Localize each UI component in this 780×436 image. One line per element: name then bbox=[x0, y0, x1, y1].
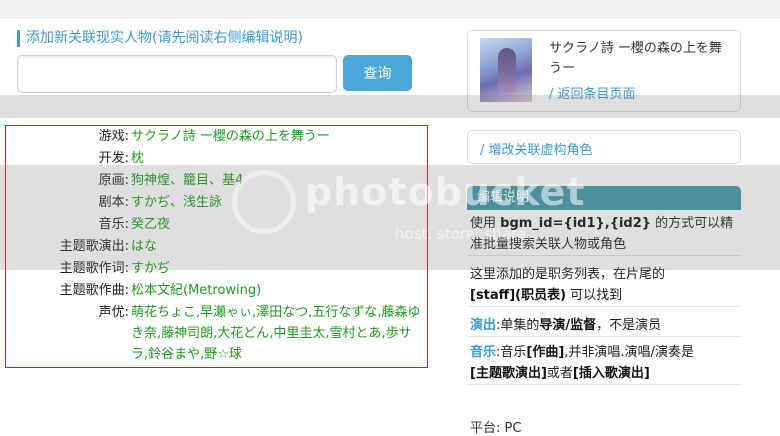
help-text: 这里添加的是职务列表，在片尾的 bbox=[470, 267, 666, 282]
help-item-music: 音乐:音乐[作曲],并非演唱.演唱/演奏是 [主题歌演出]或者[插入歌演出] bbox=[467, 342, 741, 385]
help-text: 或者 bbox=[546, 366, 573, 381]
staff-label: 剧本: bbox=[98, 195, 129, 210]
staff-value-developer[interactable]: 枕 bbox=[131, 148, 423, 169]
staff-value-game[interactable]: サクラノ詩 ー櫻の森の上を舞うー bbox=[131, 126, 423, 147]
add-person-title: 添加新关联现实人物(请先阅读右侧编辑说明) bbox=[17, 30, 303, 47]
help-bold: [插入歌演出] bbox=[572, 366, 650, 381]
help-bold: 导演/监督 bbox=[539, 318, 597, 333]
staff-label: 声优: bbox=[98, 305, 129, 320]
help-text: :单集的 bbox=[496, 318, 540, 333]
help-text: ，不是演员 bbox=[596, 318, 662, 333]
back-to-subject-link[interactable]: / 返回条目页面 bbox=[549, 83, 636, 102]
help-key: 音乐 bbox=[470, 345, 497, 360]
help-item-staff: 这里添加的是职务列表，在片尾的 [staff](职员表) 可以找到 bbox=[467, 264, 741, 307]
staff-label: 主题歌作词: bbox=[59, 261, 129, 276]
help-code: bgm_id={id1},{id2} bbox=[500, 216, 652, 231]
staff-label: 游戏: bbox=[98, 129, 129, 144]
staff-label: 主题歌作曲: bbox=[59, 283, 129, 298]
staff-label: 原画: bbox=[98, 173, 129, 188]
subject-cover-image[interactable] bbox=[480, 38, 532, 102]
staff-label: 音乐: bbox=[98, 217, 129, 232]
search-input[interactable] bbox=[17, 55, 337, 93]
search-button[interactable]: 查询 bbox=[343, 55, 412, 91]
top-bar bbox=[0, 0, 780, 18]
staff-value-artist[interactable]: 狗神煌、籠目、基4 bbox=[131, 170, 423, 191]
staff-info-box: 游戏: サクラノ詩 ー櫻の森の上を舞うー 开发: 枕 原画: 狗神煌、籠目、基4… bbox=[5, 125, 428, 368]
help-text: ,并非演唱.演唱/演奏是 bbox=[564, 345, 694, 360]
help-item-bgm-id: 使用 bgm_id={id1},{id2} 的方式可以精准批量搜索关联人物或角色 bbox=[467, 213, 741, 256]
help-text: 使用 bbox=[470, 216, 501, 231]
edit-characters-link[interactable]: / 增改关联虚构角色 bbox=[480, 139, 593, 158]
platform-info: 平台: PC bbox=[470, 421, 522, 436]
help-bold: [staff](职员表) bbox=[470, 288, 567, 303]
help-bold: [主题歌演出] bbox=[470, 366, 547, 381]
staff-value-voice-actors[interactable]: 萌花ちょこ,早瀬ゃぃ,澤田なつ,五行なずな,藤森ゆき奈,藤神司朗,大花どん,中里… bbox=[131, 302, 423, 365]
staff-label: 主题歌演出: bbox=[59, 239, 129, 254]
staff-value-theme-singer[interactable]: はな bbox=[131, 236, 423, 257]
edit-characters-card: / 增改关联虚构角色 bbox=[467, 130, 741, 164]
staff-value-scenario[interactable]: すかぢ、浅生詠 bbox=[131, 192, 423, 213]
staff-value-theme-lyrics[interactable]: すかぢ bbox=[131, 258, 423, 279]
help-key: 演出 bbox=[470, 318, 497, 333]
help-item-director: 演出:单集的导演/监督，不是演员 bbox=[467, 315, 741, 337]
subject-title[interactable]: サクラノ詩 ー櫻の森の上を舞うー bbox=[549, 39, 734, 79]
help-bold: [作曲] bbox=[526, 345, 565, 360]
cover-figure bbox=[498, 48, 516, 92]
staff-value-music[interactable]: 癸乙夜 bbox=[131, 214, 423, 235]
help-header: 编辑说明 bbox=[467, 186, 741, 210]
staff-label: 开发: bbox=[98, 151, 129, 166]
help-text: 可以找到 bbox=[566, 288, 623, 303]
help-text: :音乐 bbox=[496, 345, 527, 360]
staff-value-theme-composer[interactable]: 松本文紀(Metrowing) bbox=[131, 280, 423, 301]
subject-card: サクラノ詩 ー櫻の森の上を舞うー / 返回条目页面 bbox=[467, 30, 741, 112]
